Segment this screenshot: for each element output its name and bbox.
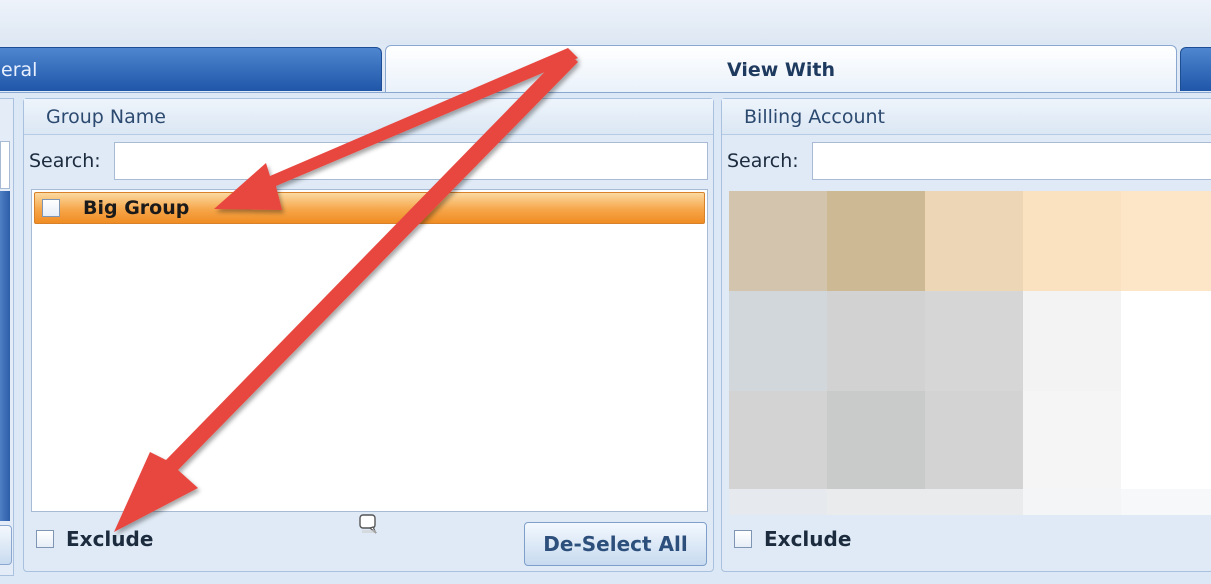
billing-exclude-label: Exclude bbox=[764, 527, 852, 551]
group-name-header: Group Name bbox=[24, 99, 713, 135]
left-panel-edge bbox=[0, 98, 14, 576]
billing-account-header: Billing Account bbox=[722, 99, 1211, 135]
group-name-panel: Group Name Search: Big Group Exclude De-… bbox=[23, 98, 714, 572]
tab-view-with-label: View With bbox=[726, 58, 836, 81]
big-group-checkbox[interactable] bbox=[42, 199, 60, 217]
group-search-input[interactable] bbox=[114, 142, 708, 180]
title-bar bbox=[0, 0, 1211, 44]
left-panel-input-edge[interactable] bbox=[0, 141, 10, 189]
speech-bubble-icon bbox=[359, 514, 377, 534]
billing-account-panel: Billing Account Search: Exclude bbox=[721, 98, 1211, 572]
billing-search-input[interactable] bbox=[812, 142, 1211, 180]
billing-list-redacted bbox=[729, 191, 1211, 515]
group-exclude-label: Exclude bbox=[66, 527, 154, 551]
list-item-big-group[interactable]: Big Group bbox=[34, 192, 705, 224]
billing-exclude-checkbox[interactable] bbox=[734, 530, 752, 548]
group-exclude-checkbox[interactable] bbox=[36, 530, 54, 548]
tab-general-label: eral bbox=[1, 58, 38, 81]
tab-next[interactable] bbox=[1180, 47, 1211, 91]
left-panel-list-edge[interactable] bbox=[0, 191, 10, 521]
left-panel-button-edge[interactable] bbox=[0, 525, 12, 565]
tab-view-with[interactable]: View With bbox=[385, 45, 1177, 93]
big-group-label: Big Group bbox=[83, 197, 190, 219]
deselect-all-button[interactable]: De-Select All bbox=[524, 522, 707, 566]
group-listbox[interactable]: Big Group bbox=[31, 189, 708, 512]
billing-search-label: Search: bbox=[727, 150, 799, 172]
group-search-label: Search: bbox=[29, 150, 101, 172]
billing-exclude[interactable]: Exclude bbox=[734, 527, 851, 551]
group-exclude[interactable]: Exclude bbox=[36, 527, 153, 551]
tab-general[interactable]: eral bbox=[0, 47, 382, 91]
